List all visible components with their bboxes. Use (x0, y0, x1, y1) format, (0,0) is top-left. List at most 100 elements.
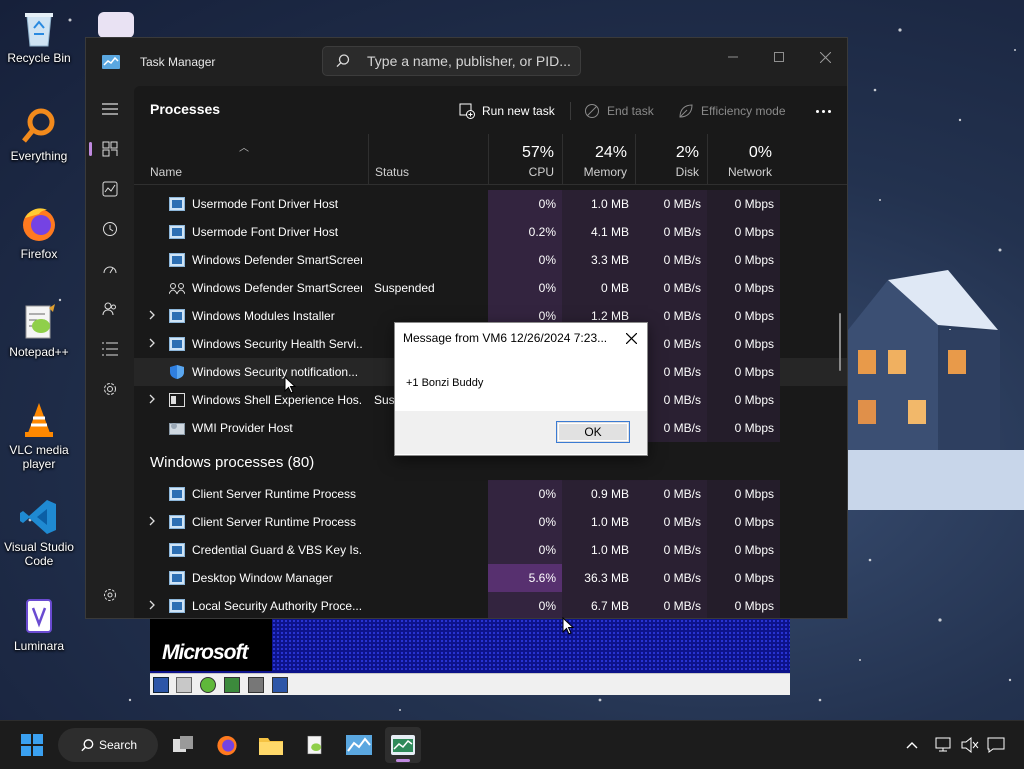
close-icon (819, 51, 831, 63)
nav-menu-toggle[interactable] (92, 94, 128, 124)
column-network[interactable]: 0% Network (707, 134, 780, 184)
settings-gear-icon (104, 589, 116, 601)
disk-cell: 0 MB/s (635, 246, 707, 274)
winter-house-scene (848, 270, 1024, 510)
vm-window[interactable]: Microsoft (150, 619, 790, 695)
desktop-icon-firefox[interactable]: Firefox (4, 204, 74, 261)
expand-chevron-icon[interactable] (147, 599, 157, 611)
desktop-icon-everything[interactable]: Everything (4, 106, 74, 163)
nav-startup-apps[interactable] (92, 254, 128, 284)
memory-cell: 1.0 MB (562, 190, 635, 218)
disk-drive-icon[interactable] (176, 677, 192, 693)
task-manager-icon (391, 735, 415, 755)
audio-icon[interactable] (272, 677, 288, 693)
dialog-title[interactable]: Message from VM6 12/26/2024 7:23... (403, 331, 609, 345)
desktop-icon-vscode[interactable]: Visual Studio Code (4, 497, 74, 568)
nav-users[interactable] (92, 294, 128, 324)
dialog-body: +1 Bonzi Buddy (395, 355, 647, 411)
column-disk[interactable]: 2% Disk (635, 134, 707, 184)
taskbar-firefox[interactable] (209, 727, 245, 763)
network-tray-icon[interactable] (934, 735, 954, 755)
table-row[interactable]: Usermode Font Driver Host 0.2% 4.1 MB 0 … (134, 218, 847, 246)
cpu-cell: 0% (488, 508, 562, 536)
close-icon (625, 332, 637, 344)
table-row[interactable]: Desktop Window Manager 5.6% 36.3 MB 0 MB… (134, 564, 847, 592)
column-header: ︿ Name Status 57% CPU 24% Memory 2% Disk… (134, 134, 847, 185)
end-task-button[interactable]: End task (584, 100, 654, 122)
process-name: Credential Guard & VBS Key Is... (192, 543, 362, 557)
more-options-button[interactable] (811, 100, 835, 122)
desktop-icon-vlc[interactable]: VLC media player (4, 400, 74, 471)
taskbar-search[interactable]: Search (58, 728, 158, 762)
column-memory[interactable]: 24% Memory (562, 134, 635, 184)
start-button[interactable] (14, 727, 50, 763)
nav-services[interactable] (92, 374, 128, 404)
ok-button[interactable]: OK (556, 421, 630, 443)
monitor-network-icon (935, 737, 951, 752)
efficiency-mode-button[interactable]: Efficiency mode (678, 100, 786, 122)
table-row[interactable]: Windows Defender SmartScreen Suspended 0… (134, 274, 847, 302)
table-row[interactable]: Usermode Font Driver Host 0% 1.0 MB 0 MB… (134, 190, 847, 218)
column-status[interactable]: Status (368, 134, 488, 184)
search-box[interactable] (322, 46, 581, 76)
minimize-button[interactable] (710, 42, 756, 72)
process-name: Windows Modules Installer (192, 309, 335, 323)
show-hidden-icons-button[interactable] (902, 735, 922, 755)
nav-app-history[interactable] (92, 214, 128, 244)
taskbar-file-explorer[interactable] (253, 727, 289, 763)
display-icon[interactable] (248, 677, 264, 693)
desktop-icon-partial[interactable] (98, 12, 134, 38)
expand-chevron-icon[interactable] (147, 337, 157, 349)
end-task-icon (585, 104, 599, 118)
network-cell: 0 Mbps (707, 302, 780, 330)
vlc-cone-icon (19, 400, 59, 440)
expand-chevron-icon[interactable] (147, 393, 157, 405)
table-row[interactable]: Windows Defender SmartScreen 0% 3.3 MB 0… (134, 246, 847, 274)
table-row[interactable]: Local Security Authority Proce... 0% 6.7… (134, 592, 847, 618)
expand-chevron-icon[interactable] (147, 515, 157, 527)
scrollbar-thumb[interactable] (839, 313, 841, 371)
run-new-task-button[interactable]: Run new task (459, 100, 555, 122)
volume-tray-icon[interactable] (960, 735, 980, 755)
desktop-icon-label: Visual Studio Code (4, 540, 74, 568)
table-row[interactable]: Client Server Runtime Process 0% 1.0 MB … (134, 508, 847, 536)
column-name[interactable]: Name (134, 134, 368, 184)
network-adapter-icon[interactable] (224, 677, 240, 693)
task-view-button[interactable] (165, 727, 201, 763)
message-dialog: Message from VM6 12/26/2024 7:23... +1 B… (394, 322, 648, 456)
process-name: Windows Security notification... (192, 365, 359, 379)
window-title: Task Manager (140, 55, 216, 69)
floppy-icon[interactable] (153, 677, 169, 693)
expand-chevron-icon[interactable] (147, 309, 157, 321)
title-bar[interactable]: Task Manager (86, 38, 847, 86)
table-row[interactable]: Client Server Runtime Process 0% 0.9 MB … (134, 480, 847, 508)
cpu-cell: 0% (488, 536, 562, 564)
more-dot-icon (821, 109, 825, 113)
taskbar-vm-app[interactable] (341, 727, 377, 763)
process-name: Windows Security Health Servi... (192, 337, 362, 351)
desktop-icon-recycle-bin[interactable]: Recycle Bin (4, 8, 74, 65)
desktop-icon-notepadpp[interactable]: Notepad++ (4, 302, 74, 359)
nav-settings[interactable] (92, 580, 128, 610)
maximize-button[interactable] (756, 42, 802, 72)
disk-cell: 0 MB/s (635, 564, 707, 592)
cd-icon[interactable] (200, 677, 216, 693)
firefox-icon (217, 736, 237, 756)
nav-processes[interactable] (89, 134, 128, 164)
search-input[interactable] (367, 51, 572, 71)
dialog-close-button[interactable] (621, 328, 641, 348)
taskbar-notepadpp[interactable] (297, 727, 333, 763)
column-cpu[interactable]: 57% CPU (488, 134, 562, 184)
mouse-cursor-icon (284, 376, 296, 394)
process-name: Windows Defender SmartScreen (192, 281, 362, 295)
taskbar-task-manager[interactable] (385, 727, 421, 763)
table-row[interactable]: Credential Guard & VBS Key Is... 0% 1.0 … (134, 536, 847, 564)
luminara-icon (19, 596, 59, 636)
notification-center-button[interactable] (986, 735, 1006, 755)
desktop-icon-luminara[interactable]: Luminara (4, 596, 74, 653)
nav-details[interactable] (92, 334, 128, 364)
cpu-cell: 0% (488, 274, 562, 302)
close-button[interactable] (802, 42, 847, 72)
process-name: Client Server Runtime Process (192, 487, 357, 501)
nav-performance[interactable] (92, 174, 128, 204)
